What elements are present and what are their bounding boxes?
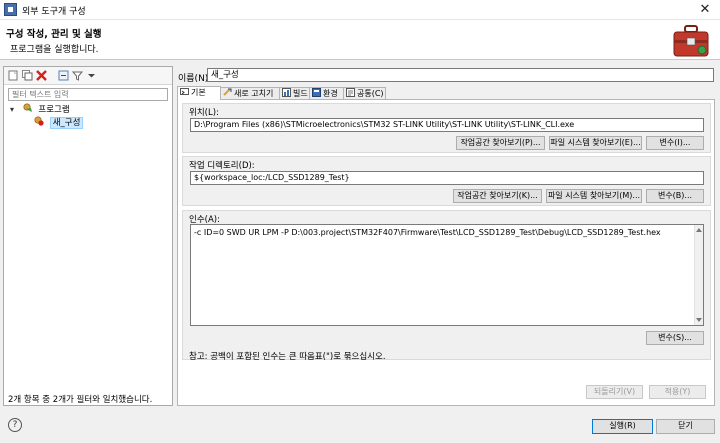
config-tabs: 기본 새로 고치기 빌드 환경 공통(C) <box>177 86 717 100</box>
program-run-icon <box>34 116 44 126</box>
environment-icon <box>312 88 321 97</box>
new-config-icon[interactable] <box>8 70 19 81</box>
window-title: 외부 도구개 구성 <box>22 7 86 17</box>
close-button[interactable]: 닫기 <box>656 419 715 434</box>
location-workspace-browse-button[interactable]: 작업공간 찾아보기(P)... <box>456 136 545 150</box>
workdir-filesystem-browse-button[interactable]: 파일 시스템 찾아보기(M)... <box>546 189 642 203</box>
working-directory-group: 작업 디렉토리(D): ${workspace_loc:/LCD_SSD1289… <box>182 156 711 206</box>
arguments-group: 인수(A): -c ID=0 SWD UR LPM -P D:\003.proj… <box>182 210 711 362</box>
filter-icon[interactable] <box>72 70 83 81</box>
common-icon <box>346 88 355 97</box>
arguments-textarea[interactable]: -c ID=0 SWD UR LPM -P D:\003.project\STM… <box>190 224 704 326</box>
build-icon <box>282 88 291 97</box>
configuration-toolbar <box>4 67 172 85</box>
scroll-down-icon[interactable] <box>696 318 702 322</box>
working-directory-input[interactable]: ${workspace_loc:/LCD_SSD1289_Test} <box>190 171 704 185</box>
window-title-bar[interactable]: 외부 도구개 구성 ✕ <box>0 0 720 20</box>
run-button[interactable]: 실행(R) <box>592 419 653 434</box>
tree-item-program[interactable]: ▾ 프로그램 <box>10 103 70 116</box>
duplicate-config-icon[interactable] <box>22 70 33 81</box>
revert-button[interactable]: 되돌리기(V) <box>586 385 643 399</box>
dialog-title: 구성 작성, 관리 및 실행 <box>6 29 102 40</box>
tab-main[interactable]: 기본 <box>177 86 221 100</box>
help-icon[interactable]: ? <box>8 418 22 432</box>
workdir-workspace-browse-button[interactable]: 작업공간 찾아보기(K)... <box>453 189 542 203</box>
tree-item-label: 프로그램 <box>38 105 70 115</box>
refresh-icon <box>223 88 232 96</box>
configuration-list-pane: 필터 텍스트 입력 ▾ 프로그램 새_구성 2개 항목 중 2개가 필터와 일치… <box>3 66 173 406</box>
dialog-header: 구성 작성, 관리 및 실행 프로그램을 실행합니다. <box>0 20 720 60</box>
collapse-all-icon[interactable] <box>58 70 69 81</box>
name-input[interactable]: 새_구성 <box>207 68 714 82</box>
app-icon <box>4 3 17 16</box>
location-variables-button[interactable]: 변수(I)... <box>646 136 704 150</box>
program-icon <box>23 103 32 112</box>
chevron-down-icon[interactable]: ▾ <box>10 103 20 116</box>
location-filesystem-browse-button[interactable]: 파일 시스템 찾아보기(E)... <box>549 136 642 150</box>
delete-config-icon[interactable] <box>36 70 47 81</box>
window-close-button[interactable]: ✕ <box>690 0 720 20</box>
workdir-variables-button[interactable]: 변수(B)... <box>646 189 704 203</box>
arguments-text: -c ID=0 SWD UR LPM -P D:\003.project\STM… <box>194 228 661 237</box>
tree-item-new-config[interactable]: 새_구성 <box>34 116 84 129</box>
location-input[interactable]: D:\Program Files (x86)\STMicroelectronic… <box>190 118 704 132</box>
arguments-scrollbar[interactable] <box>694 225 703 325</box>
location-group: 위치(L): D:\Program Files (x86)\STMicroele… <box>182 103 711 153</box>
working-directory-label: 작업 디렉토리(D): <box>189 161 255 171</box>
scroll-up-icon[interactable] <box>696 228 702 232</box>
dialog-description: 프로그램을 실행합니다. <box>10 45 99 55</box>
toolbox-icon <box>673 25 709 57</box>
location-label: 위치(L): <box>189 108 219 118</box>
arguments-variables-button[interactable]: 변수(S)... <box>646 331 704 345</box>
tab-panel-main: 위치(L): D:\Program Files (x86)\STMicroele… <box>177 99 715 406</box>
apply-button[interactable]: 적용(Y) <box>649 385 706 399</box>
chevron-down-icon[interactable] <box>86 70 97 81</box>
arguments-note: 참고: 공백이 포함된 인수는 큰 따옴표(")로 묶으십시오. <box>189 352 386 362</box>
main-tab-icon <box>180 88 189 95</box>
tree-item-label: 새_구성 <box>49 117 84 129</box>
filter-input[interactable]: 필터 텍스트 입력 <box>8 88 168 101</box>
filter-status-text: 2개 항목 중 2개가 필터와 일치했습니다. <box>8 395 153 405</box>
